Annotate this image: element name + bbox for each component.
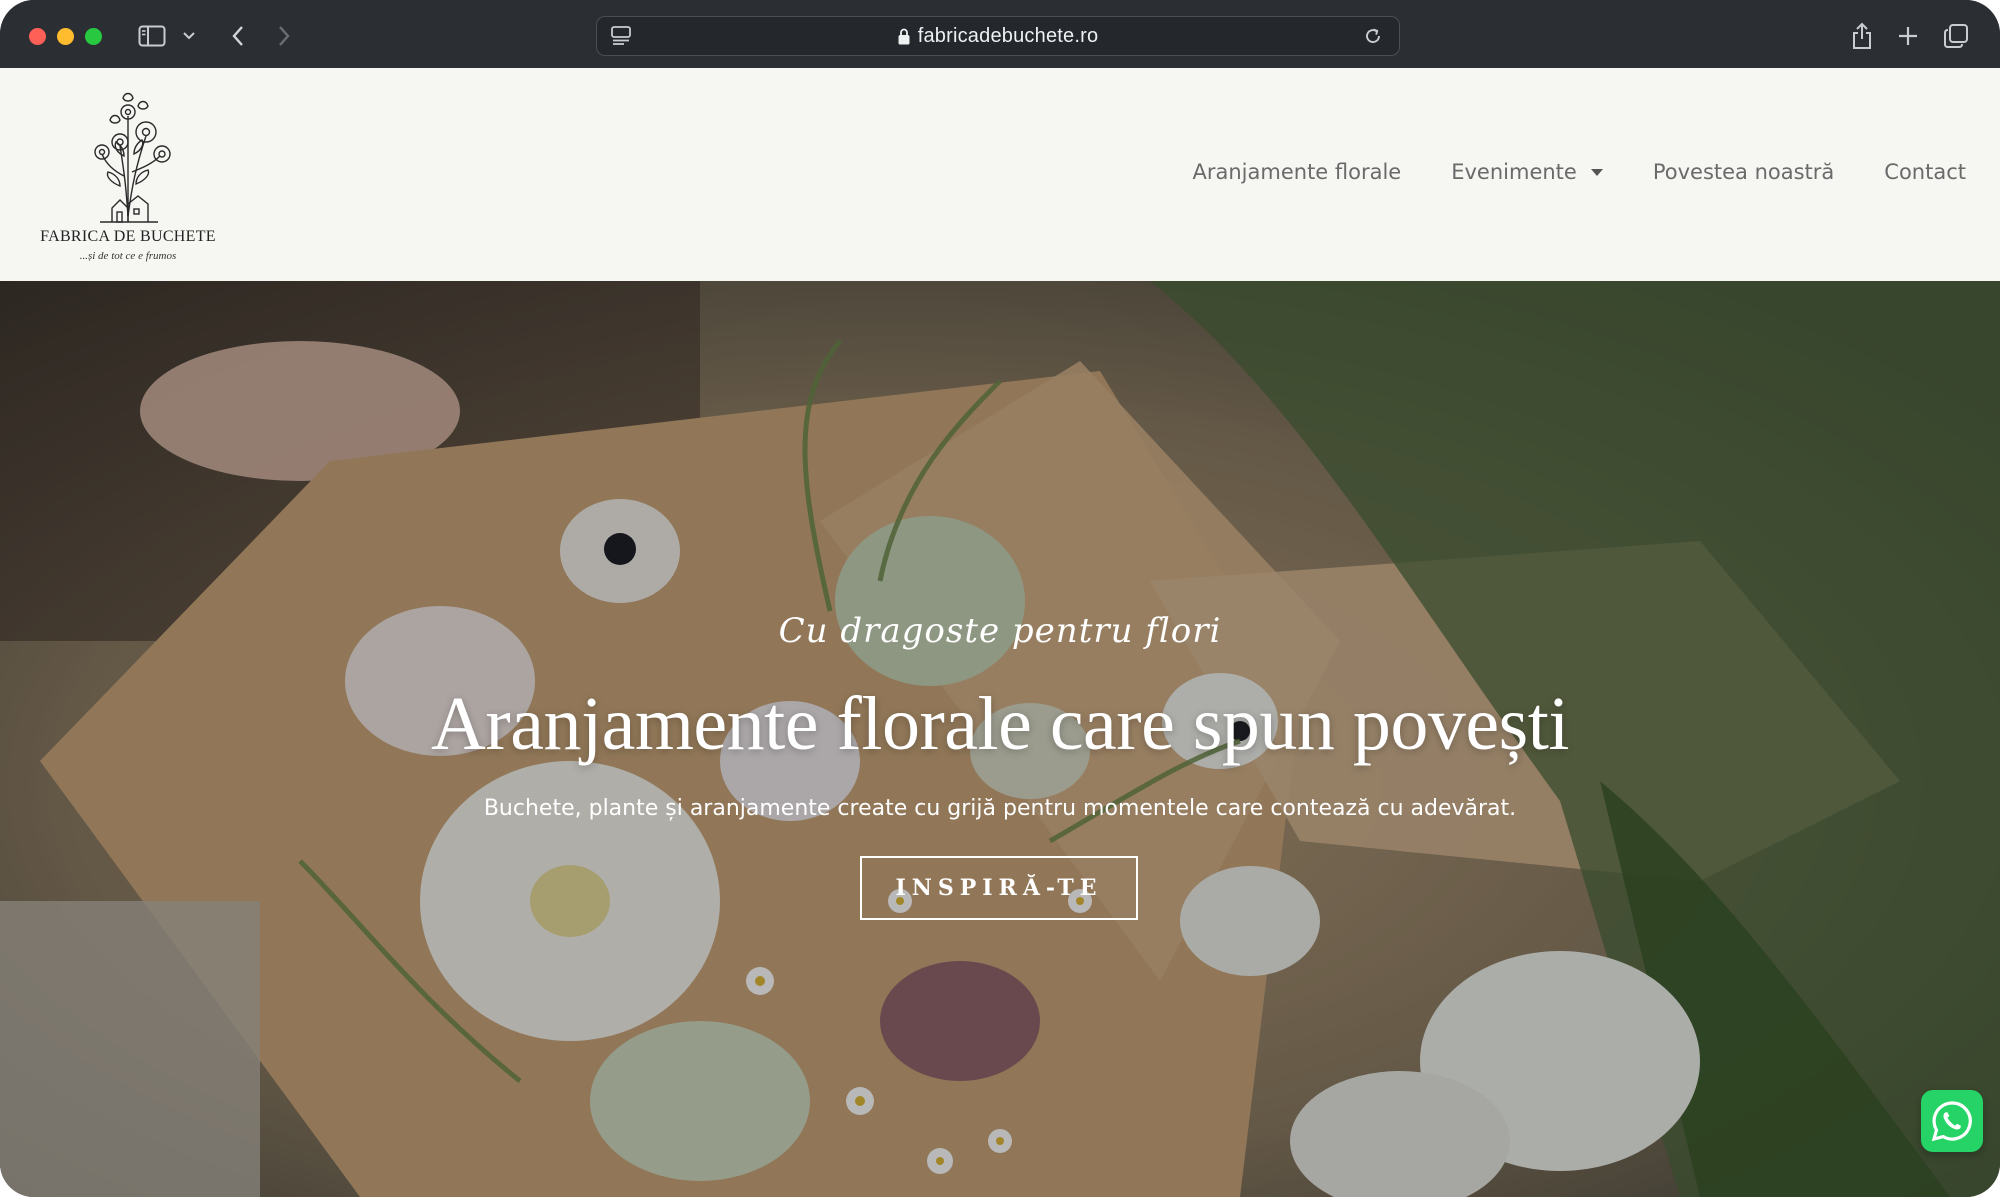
browser-window: fabricadebuchete.ro FABRICA DE BUCHETE .…	[0, 0, 2000, 1197]
address-bar-url: fabricadebuchete.ro	[597, 17, 1399, 55]
chevron-right-icon[interactable]	[268, 20, 300, 52]
nav-item-povestea-noastra[interactable]: Povestea noastră	[1653, 160, 1834, 184]
nav-item-label: Povestea noastră	[1652, 160, 1835, 184]
chevron-down-icon[interactable]	[174, 20, 204, 52]
nav-item-contact[interactable]: Contact	[1884, 160, 1966, 184]
logo-name: FABRICA DE BUCHETE	[40, 228, 216, 245]
whatsapp-icon	[1931, 1101, 1972, 1142]
share-icon[interactable]	[1846, 20, 1878, 52]
nav-item-label: Evenimente	[1451, 160, 1577, 184]
lock-icon	[898, 28, 910, 45]
address-bar[interactable]: fabricadebuchete.ro	[596, 16, 1400, 56]
minimize-window-button[interactable]	[57, 28, 74, 45]
caret-down-icon	[1590, 168, 1603, 176]
zoom-window-button[interactable]	[85, 28, 102, 45]
whatsapp-button[interactable]	[1921, 1090, 1983, 1152]
site-logo[interactable]: FABRICA DE BUCHETE ...și de tot ce e fru…	[28, 76, 228, 266]
nav-item-label: Aranjamente florale	[1192, 160, 1402, 184]
nav-item-label: Contact	[1884, 160, 1966, 184]
browser-toolbar: fabricadebuchete.ro	[0, 0, 2000, 68]
tabs-overview-icon[interactable]	[1940, 20, 1972, 52]
hero-title: Aranjamente florale care spun povești	[431, 682, 1569, 766]
hero-eyebrow: Cu dragoste pentru flori	[778, 611, 1222, 651]
chevron-left-icon[interactable]	[222, 20, 254, 52]
hero-subtitle: Buchete, plante și aranjamente create cu…	[483, 796, 1517, 821]
flower-house-logo-icon	[94, 92, 171, 223]
inspira-te-button[interactable]: INSPIRĂ-TE	[860, 856, 1138, 920]
nav-item-aranjamente-florale[interactable]: Aranjamente florale	[1193, 160, 1402, 184]
site-header: FABRICA DE BUCHETE ...și de tot ce e fru…	[0, 68, 2000, 281]
main-nav: Aranjamente florale Evenimente Povestea …	[1193, 160, 1967, 184]
sidebar-toggle-icon[interactable]	[136, 20, 168, 52]
close-window-button[interactable]	[29, 28, 46, 45]
url-text: fabricadebuchete.ro	[917, 24, 1099, 47]
plus-icon[interactable]	[1892, 20, 1924, 52]
reload-icon[interactable]	[1357, 20, 1389, 52]
logo-tagline: ...și de tot ce e frumos	[79, 250, 177, 262]
nav-item-evenimente[interactable]: Evenimente	[1451, 160, 1603, 184]
hero-section: Cu dragoste pentru flori Aranjamente flo…	[0, 281, 2000, 1197]
